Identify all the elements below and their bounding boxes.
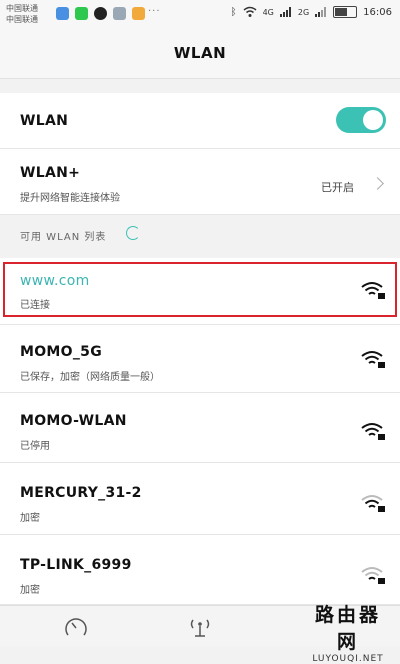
app-icon <box>56 7 69 20</box>
wifi-lock-icon <box>361 567 385 584</box>
network-ssid: MOMO-WLAN <box>20 413 127 429</box>
scanning-spinner-icon <box>126 226 140 240</box>
qq-icon <box>94 7 107 20</box>
watermark-title: 路由器网 <box>314 604 381 653</box>
network-type-2g: 2G <box>297 7 310 17</box>
wlan-switch[interactable] <box>336 107 386 133</box>
app-header: WLAN <box>0 30 400 79</box>
network-item[interactable]: MOMO_5G 已保存，加密（网络质量一般） <box>0 325 400 393</box>
network-ssid: TP-LINK_6999 <box>20 557 132 573</box>
status-right: ᛒ 4G 2G 16:06 <box>231 6 392 18</box>
switch-knob <box>363 110 383 130</box>
wlan-toggle-row[interactable]: WLAN <box>0 93 400 149</box>
wlan-plus-row[interactable]: WLAN+ 提升网络智能连接体验 已开启 <box>0 149 400 215</box>
wifi-lock-icon <box>361 495 385 512</box>
network-type-4g: 4G <box>262 7 274 17</box>
wlan-plus-subtitle: 提升网络智能连接体验 <box>20 193 120 204</box>
wifi-antenna-icon[interactable] <box>187 614 213 640</box>
watermark: 路由器网 LUYOUQI.NET <box>308 600 388 664</box>
wlan-toggle-label: WLAN <box>20 113 69 129</box>
bluetooth-icon: ᛒ <box>230 6 237 18</box>
speedometer-icon[interactable] <box>63 614 89 640</box>
chevron-right-icon <box>371 177 384 190</box>
network-item[interactable]: MOMO-WLAN 已停用 <box>0 393 400 463</box>
network-status: 已保存，加密（网络质量一般） <box>20 372 160 383</box>
network-item[interactable]: TP-LINK_6999 加密 <box>0 535 400 605</box>
network-item[interactable]: MERCURY_31-2 加密 <box>0 463 400 535</box>
status-bar: 中国联通 中国联通 ··· ᛒ 4G 2G 16:06 <box>0 0 400 30</box>
wechat-icon <box>75 7 88 20</box>
battery-icon <box>333 6 358 18</box>
wifi-lock-icon <box>361 423 385 440</box>
section-label: 可用 WLAN 列表 <box>20 232 107 243</box>
gallery-icon <box>113 7 126 20</box>
signal-icon-2 <box>315 7 327 17</box>
network-status: 加密 <box>20 585 40 596</box>
carrier-label: 中国联通 中国联通 <box>6 3 38 25</box>
watermark-url: LUYOUQI.NET <box>312 654 384 664</box>
signal-icon <box>279 7 291 17</box>
wifi-lock-icon <box>361 351 385 368</box>
carrier-line1: 中国联通 <box>6 4 38 13</box>
network-ssid: MOMO_5G <box>20 344 102 360</box>
wifi-status-icon <box>243 6 257 17</box>
more-notifications-icon: ··· <box>148 6 161 17</box>
carrier-line2: 中国联通 <box>6 15 38 24</box>
network-status: 已停用 <box>20 441 50 452</box>
highlight-box <box>3 262 397 317</box>
page-title: WLAN <box>173 44 227 62</box>
clock: 16:06 <box>363 6 392 18</box>
network-ssid: MERCURY_31-2 <box>20 485 142 501</box>
network-status: 加密 <box>20 513 40 524</box>
notification-icons <box>56 7 145 20</box>
app-icon <box>132 7 145 20</box>
available-networks-header: 可用 WLAN 列表 <box>0 215 400 255</box>
wlan-plus-label: WLAN+ <box>20 165 81 181</box>
wlan-plus-state: 已开启 <box>321 181 354 194</box>
